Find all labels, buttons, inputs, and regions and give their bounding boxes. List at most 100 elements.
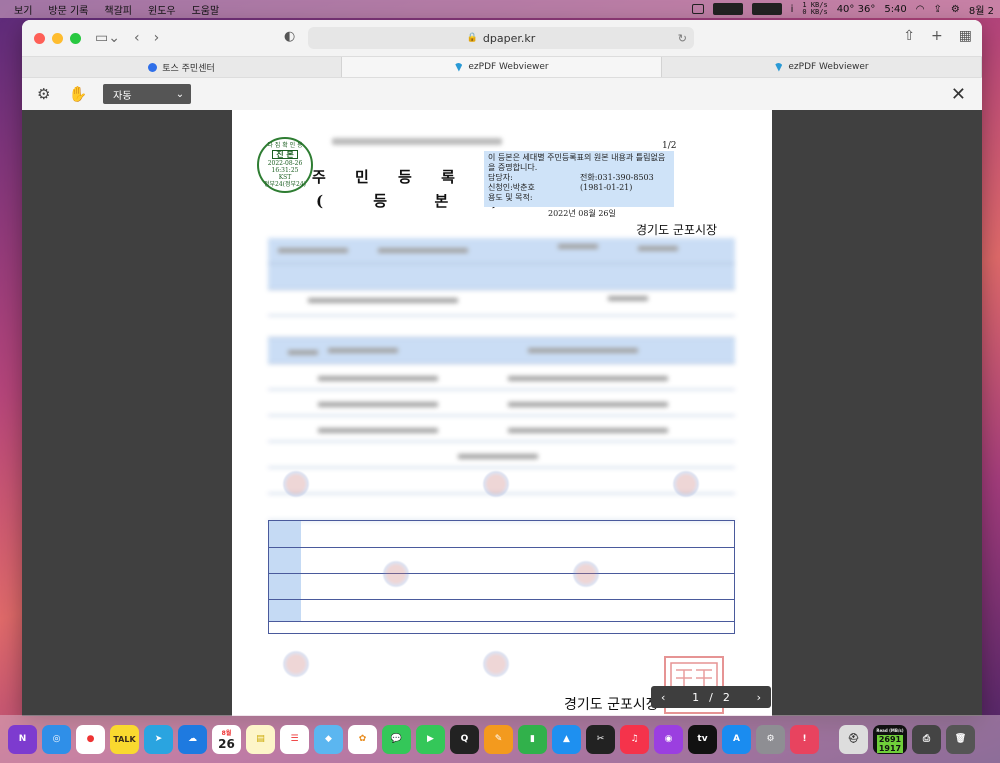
podcasts-icon[interactable]: ◉	[654, 724, 683, 754]
hand-tool-icon[interactable]: ✋	[68, 85, 87, 103]
trash-icon[interactable]: 🗑	[946, 724, 975, 754]
app-store-icon[interactable]: A	[722, 724, 751, 754]
music-icon[interactable]: ♫	[620, 724, 649, 754]
keynote-icon[interactable]: ▲	[552, 724, 581, 754]
settings-gear-icon[interactable]: ⚙	[37, 85, 50, 103]
issue-date: 2022년 08월 26일	[548, 209, 616, 218]
pages-icon[interactable]: ✎	[484, 724, 513, 754]
wifi-icon[interactable]: ◠	[916, 4, 925, 15]
total-pages: 2	[722, 690, 730, 704]
photos-icon[interactable]: ✿	[348, 724, 377, 754]
forward-icon[interactable]: ›	[154, 30, 160, 46]
date-text[interactable]: 8월 2	[969, 2, 994, 17]
maps-icon[interactable]: ◆	[314, 724, 343, 754]
page-indicator: 1/2	[662, 141, 677, 151]
facetime-icon[interactable]: ▶	[416, 724, 445, 754]
cpu-graph-icon[interactable]	[712, 3, 743, 15]
read-label: Read (MB/s)	[876, 727, 904, 733]
back-icon[interactable]: ‹	[134, 30, 140, 46]
watermark-emblem	[282, 470, 310, 498]
watermark-emblem	[282, 650, 310, 678]
menu-window[interactable]: 윈도우	[148, 2, 176, 17]
reload-icon[interactable]: ↻	[678, 32, 687, 45]
zoom-select[interactable]: 자동 ⌄	[103, 84, 192, 104]
info-icon[interactable]: i	[791, 4, 794, 15]
prev-page-icon[interactable]: ‹	[661, 691, 665, 704]
numbers-icon[interactable]: ▮	[518, 724, 547, 754]
onedrive-icon[interactable]: ☁	[178, 724, 207, 754]
system-preferences-icon[interactable]: ⚙	[756, 724, 785, 754]
share-icon[interactable]: ⇪	[934, 4, 942, 15]
dock: N ◎ ● TALK ➤ ☁ 8월 26 ▤ ☰ ◆ ✿ 💬 ▶ Q ✎ ▮ ▲…	[0, 715, 1000, 763]
redacted-doc-number	[332, 138, 502, 145]
viewer-toolbar: ⚙ ✋ 자동 ⌄ ✕	[22, 77, 982, 110]
menu-help[interactable]: 도움말	[192, 2, 220, 17]
seal-big: 진 본	[272, 150, 298, 159]
disk-utility-icon[interactable]: ⛑	[839, 724, 868, 754]
address-bar[interactable]: 🔒 dpaper.kr ↻	[308, 27, 694, 49]
calendar-day: 26	[218, 737, 235, 751]
feedback-icon[interactable]: !	[790, 724, 819, 754]
notes-icon[interactable]: ▤	[246, 724, 275, 754]
document-title: 주 민 등 록 표	[312, 168, 510, 186]
menu-history[interactable]: 방문 기록	[48, 2, 88, 17]
watermark-emblem	[482, 650, 510, 678]
printer-icon[interactable]: ⎙	[912, 724, 941, 754]
messages-icon[interactable]: 💬	[382, 724, 411, 754]
clock-text[interactable]: 5:40	[884, 4, 906, 15]
privacy-shield-icon[interactable]: ◐	[284, 29, 295, 44]
chrome-icon[interactable]: ●	[76, 724, 105, 754]
authenticity-seal: 다 집 확 인 용 진 본 2022-08-26 16:31:25 KST 정부…	[257, 137, 313, 193]
status-app-icon[interactable]	[691, 4, 704, 14]
browser-toolbar: ▭⌄ ‹ › ◐ 🔒 dpaper.kr ↻ ⇧ + ▦	[22, 20, 982, 56]
issuer-name-bottom: 경기도 군포시장	[564, 697, 659, 713]
document-canvas[interactable]: 1/2 다 집 확 인 용 진 본 2022-08-26 16:31:25 KS…	[22, 110, 982, 716]
telegram-icon[interactable]: ➤	[144, 724, 173, 754]
onenote-icon[interactable]: N	[8, 724, 37, 754]
next-page-icon[interactable]: ›	[757, 691, 761, 704]
seal-org: 정부24(정부24)	[263, 181, 307, 188]
menu-bookmarks[interactable]: 책갈피	[104, 2, 132, 17]
safari-icon[interactable]: ◎	[42, 724, 71, 754]
disk-speed-widget[interactable]: Read (MB/s) 2691 1917	[873, 724, 907, 754]
network-stats[interactable]: 1 KB/s 0 KB/s	[802, 2, 827, 16]
close-viewer-icon[interactable]: ✕	[951, 84, 966, 105]
status-area: i 1 KB/s 0 KB/s 40° 36° 5:40 ◠ ⇪ ⚙ 8월 2	[691, 0, 994, 18]
temperature-text[interactable]: 40° 36°	[837, 4, 876, 15]
close-window-button[interactable]	[34, 32, 45, 44]
quicktime-icon[interactable]: Q	[450, 724, 479, 754]
tab-overview-icon[interactable]: ▦	[959, 28, 972, 44]
tab-ezpdf-active[interactable]: ezPDF Webviewer	[342, 57, 662, 77]
tab-bar: 토스 주민센터 ezPDF Webviewer ezPDF Webviewer	[22, 56, 982, 77]
share-icon[interactable]: ⇧	[903, 28, 915, 44]
toolbar-right: ⇧ + ▦	[903, 28, 972, 44]
control-center-icon[interactable]: ⚙	[951, 4, 960, 15]
net-down-text: 0 KB/s	[802, 8, 828, 16]
reminders-icon[interactable]: ☰	[280, 724, 309, 754]
kakaotalk-icon[interactable]: TALK	[110, 724, 139, 754]
handler-label: 담당자:	[488, 173, 513, 182]
tab-toss[interactable]: 토스 주민센터	[22, 57, 342, 77]
ezpdf-favicon-icon	[454, 62, 464, 72]
memory-graph-icon[interactable]	[751, 3, 782, 15]
calendar-icon[interactable]: 8월 26	[212, 724, 241, 754]
lock-icon: 🔒	[466, 33, 478, 43]
tab-ezpdf[interactable]: ezPDF Webviewer	[662, 57, 982, 77]
sidebar-icon[interactable]: ▭⌄	[95, 30, 120, 46]
tab-label: ezPDF Webviewer	[788, 62, 869, 72]
chevron-down-icon: ⌄	[175, 88, 185, 100]
current-page-input[interactable]: 1	[692, 691, 699, 704]
minimize-window-button[interactable]	[52, 32, 63, 44]
purpose-label: 용도 및 목적:	[488, 193, 533, 202]
subtitle-open: (	[316, 192, 324, 210]
final-cut-icon[interactable]: ✂	[586, 724, 615, 754]
apple-tv-icon[interactable]: tv	[688, 724, 717, 754]
menu-view[interactable]: 보기	[14, 2, 32, 17]
new-tab-icon[interactable]: +	[931, 28, 943, 44]
applicant-text: 신청인:박춘호	[488, 183, 535, 192]
page-navigator: ‹ 1 / 2 ›	[651, 686, 771, 708]
page-separator: /	[709, 690, 713, 704]
browser-window: ▭⌄ ‹ › ◐ 🔒 dpaper.kr ↻ ⇧ + ▦ 토스 주민센터 ezP…	[22, 20, 982, 716]
zoom-window-button[interactable]	[70, 32, 81, 44]
read-value-1: 2691	[876, 734, 904, 744]
